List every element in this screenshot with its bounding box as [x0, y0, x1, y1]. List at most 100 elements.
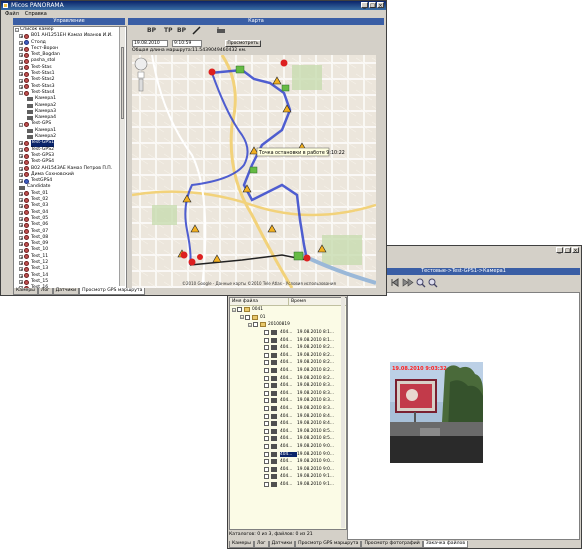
ruler-icon[interactable]: [216, 26, 226, 35]
minimize-button[interactable]: _: [556, 247, 563, 254]
checkbox[interactable]: [264, 413, 269, 419]
expand-icon[interactable]: +: [19, 242, 23, 247]
expand-icon[interactable]: +: [19, 147, 23, 152]
checkbox[interactable]: [264, 428, 269, 434]
expand-icon[interactable]: +: [19, 223, 23, 228]
maximize-button[interactable]: □: [564, 247, 571, 254]
expand-icon[interactable]: +: [19, 210, 23, 215]
collapse-icon[interactable]: -: [19, 91, 23, 96]
expand-icon[interactable]: +: [19, 191, 23, 196]
expand-icon[interactable]: +: [19, 267, 23, 272]
map-view[interactable]: Точка остановки в работе 9:10:22 ©2010 G…: [132, 55, 376, 288]
file-row[interactable]: 404... 19.08.2010 8:4...: [230, 412, 346, 420]
collapse-icon[interactable]: -: [240, 315, 244, 320]
close-button[interactable]: ×: [572, 247, 579, 254]
checkbox[interactable]: [264, 421, 269, 427]
expand-icon[interactable]: +: [19, 172, 23, 177]
menu-help[interactable]: Справка: [25, 10, 47, 18]
toolbar-button-3[interactable]: ВР: [177, 27, 186, 34]
tree-scrollbar[interactable]: [119, 27, 125, 286]
checkbox[interactable]: [264, 337, 269, 343]
expand-icon[interactable]: +: [19, 154, 23, 159]
expand-icon[interactable]: +: [19, 179, 23, 184]
file-row[interactable]: 404... 19.08.2010 8:3...: [230, 382, 346, 390]
file-row[interactable]: 404... 19.08.2010 8:4...: [230, 420, 346, 428]
collapse-icon[interactable]: -: [15, 28, 19, 33]
tab[interactable]: Датчики: [52, 288, 80, 295]
tab[interactable]: Просмотр GPS маршрута: [295, 541, 362, 548]
expand-icon[interactable]: +: [19, 53, 23, 58]
file-row[interactable]: 404... 19.08.2010 8:3...: [230, 397, 346, 405]
expand-icon[interactable]: +: [19, 72, 23, 77]
checkbox[interactable]: [253, 322, 258, 328]
scrollbar-thumb[interactable]: [121, 47, 124, 119]
checkbox[interactable]: [264, 436, 269, 442]
tab[interactable]: Просмотр фотографий: [361, 541, 423, 548]
file-row[interactable]: 404... 19.08.2010 8:1...: [230, 336, 346, 344]
file-row[interactable]: 404... 19.08.2010 8:5...: [230, 428, 346, 436]
maximize-button[interactable]: □: [369, 2, 376, 9]
camera-tree[interactable]: - Список камер + B01 AH1251EH Камаз Ивано…: [13, 26, 127, 289]
checkbox[interactable]: [264, 443, 269, 449]
checkbox[interactable]: [264, 406, 269, 412]
expand-icon[interactable]: +: [19, 254, 23, 259]
toolbar-button-1[interactable]: ВР: [147, 27, 156, 34]
expand-icon[interactable]: +: [19, 84, 23, 89]
fast-forward-icon[interactable]: [402, 278, 414, 287]
map-pan-control[interactable]: [134, 57, 148, 93]
file-row[interactable]: 404... 19.08.2010 9:1...: [230, 473, 346, 481]
tab[interactable]: Просмотр GPS маршрута: [79, 288, 146, 295]
scrollbar[interactable]: [341, 297, 345, 528]
column-header-filename[interactable]: Имя файла: [230, 298, 289, 305]
expand-icon[interactable]: +: [19, 261, 23, 266]
expand-icon[interactable]: +: [19, 217, 23, 222]
pencil-icon[interactable]: [192, 26, 201, 35]
file-row[interactable]: 404... 19.08.2010 8:3...: [230, 390, 346, 398]
checkbox[interactable]: [264, 481, 269, 487]
checkbox[interactable]: [264, 375, 269, 381]
tab[interactable]: Закачка файлов: [422, 541, 469, 548]
file-row[interactable]: 404... 19.08.2010 9:0...: [230, 465, 346, 473]
file-row[interactable]: 404... 19.08.2010 8:2...: [230, 367, 346, 375]
file-tree[interactable]: Имя файла Время - 0041 - 01 - 20100819 404.…: [229, 297, 347, 530]
file-row[interactable]: 404... 19.08.2010 8:3...: [230, 405, 346, 413]
zoom-out-icon[interactable]: [428, 278, 438, 288]
expand-icon[interactable]: +: [19, 248, 23, 253]
folder-date[interactable]: - 20100819: [230, 321, 346, 329]
tab[interactable]: Камеры: [13, 288, 38, 295]
file-row[interactable]: 404... 19.08.2010 9:0...: [230, 450, 346, 458]
checkbox[interactable]: [264, 330, 269, 336]
folder-sub[interactable]: - 01: [230, 314, 346, 322]
toolbar-button-2[interactable]: ТР: [164, 27, 173, 34]
file-row[interactable]: 404... 19.08.2010 8:5...: [230, 435, 346, 443]
checkbox[interactable]: [264, 352, 269, 358]
checkbox[interactable]: [264, 383, 269, 389]
checkbox[interactable]: [264, 466, 269, 472]
expand-icon[interactable]: +: [19, 40, 23, 45]
expand-icon[interactable]: +: [19, 160, 23, 165]
file-row[interactable]: 404... 19.08.2010 9:1...: [230, 481, 346, 489]
collapse-icon[interactable]: -: [232, 307, 236, 312]
expand-icon[interactable]: +: [19, 204, 23, 209]
expand-icon[interactable]: +: [19, 59, 23, 64]
expand-icon[interactable]: +: [19, 235, 23, 240]
view-button[interactable]: Просмотреть: [225, 40, 261, 47]
expand-icon[interactable]: +: [19, 166, 23, 171]
checkbox[interactable]: [264, 459, 269, 465]
expand-icon[interactable]: +: [19, 47, 23, 52]
file-row[interactable]: 404... 19.08.2010 9:0...: [230, 443, 346, 451]
file-row[interactable]: 404... 19.08.2010 9:0...: [230, 458, 346, 466]
checkbox[interactable]: [264, 398, 269, 404]
checkbox[interactable]: [264, 345, 269, 351]
previous-icon[interactable]: [390, 278, 400, 287]
folder-root[interactable]: - 0041: [230, 306, 346, 314]
column-header-time[interactable]: Время: [289, 298, 306, 305]
expand-icon[interactable]: +: [19, 65, 23, 70]
checkbox[interactable]: [245, 314, 250, 320]
file-row[interactable]: 404... 19.08.2010 8:2...: [230, 344, 346, 352]
minimize-button[interactable]: _: [361, 2, 368, 9]
file-row[interactable]: 404... 19.08.2010 8:2...: [230, 359, 346, 367]
checkbox[interactable]: [264, 451, 269, 457]
file-row[interactable]: 404... 19.08.2010 8:1...: [230, 329, 346, 337]
tab[interactable]: Лог: [37, 288, 53, 295]
